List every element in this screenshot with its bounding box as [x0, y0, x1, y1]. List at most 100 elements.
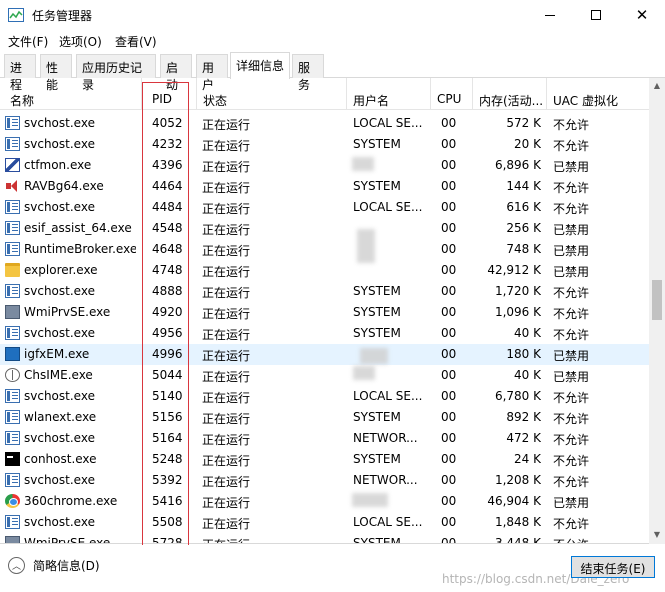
table-row[interactable]: WmiPrvSE.exe 4920 正在运行 SYSTEM 00 1,096 K 不允许	[0, 302, 649, 323]
tab-users[interactable]: 用户	[196, 54, 228, 92]
tab-performance[interactable]: 性能	[40, 54, 72, 92]
process-status: 正在运行	[202, 265, 251, 279]
process-uac: 已禁用	[553, 370, 590, 384]
table-row[interactable]: svchost.exe 4232 正在运行 SYSTEM 00 20 K 不允许	[0, 134, 649, 155]
process-status: 正在运行	[202, 496, 251, 510]
process-cpu: 00	[441, 200, 457, 214]
column-header-name[interactable]: 名称	[4, 78, 142, 110]
process-cpu: 00	[441, 494, 457, 508]
process-username: NETWOR...	[353, 473, 418, 487]
column-header-username[interactable]: 用户名	[347, 78, 431, 110]
console-process-icon	[5, 452, 20, 466]
chevron-up-icon: ︿	[8, 557, 25, 574]
table-row[interactable]: 360chrome.exe 5416 正在运行 00 46,904 K 已禁用	[0, 491, 649, 512]
table-row[interactable]: igfxEM.exe 4996 正在运行 00 180 K 已禁用	[0, 344, 649, 365]
table-row[interactable]: conhost.exe 5248 正在运行 SYSTEM 00 24 K 不允许	[0, 449, 649, 470]
column-header-cpu[interactable]: CPU	[431, 78, 473, 110]
process-uac: 不允许	[553, 391, 590, 405]
table-row[interactable]: wlanext.exe 5156 正在运行 SYSTEM 00 892 K 不允许	[0, 407, 649, 428]
process-pid: 5508	[152, 515, 183, 529]
process-cpu: 00	[441, 242, 457, 256]
column-header-status[interactable]: 状态	[197, 78, 347, 110]
process-uac: 不允许	[553, 412, 590, 426]
table-row[interactable]: RAVBg64.exe 4464 正在运行 SYSTEM 00 144 K 不允许	[0, 176, 649, 197]
end-task-button[interactable]: 结束任务(E)	[571, 556, 655, 578]
process-name: RuntimeBroker.exe	[24, 242, 136, 256]
process-username: NETWOR...	[353, 431, 418, 445]
process-status: 正在运行	[202, 391, 251, 405]
table-row[interactable]: explorer.exe 4748 正在运行 00 42,912 K 已禁用	[0, 260, 649, 281]
table-row[interactable]: svchost.exe 5392 正在运行 NETWOR... 00 1,208 K 不允许	[0, 470, 649, 491]
table-row[interactable]: svchost.exe 5508 正在运行 LOCAL SE... 00 1,848 K 不…	[0, 512, 649, 533]
tab-processes[interactable]: 进程	[4, 54, 36, 92]
table-row[interactable]: svchost.exe 5164 正在运行 NETWOR... 00 472 K 不允许	[0, 428, 649, 449]
scroll-up-icon[interactable]: ▲	[649, 78, 665, 95]
process-uac: 不允许	[553, 202, 590, 216]
process-username: LOCAL SE...	[353, 515, 423, 529]
wmi-process-icon	[5, 305, 20, 319]
title-bar: 任务管理器 ✕	[0, 0, 665, 30]
table-row[interactable]: svchost.exe 4052 正在运行 LOCAL SE... 00 572 K 不允许	[0, 113, 649, 134]
process-pid: 4484	[152, 200, 183, 214]
tab-details[interactable]: 详细信息	[230, 52, 290, 79]
table-row[interactable]: RuntimeBroker.exe 4648 正在运行 00 748 K 已禁用	[0, 239, 649, 260]
menu-view[interactable]: 查看(V)	[115, 33, 157, 50]
table-row[interactable]: esif_assist_64.exe 4548 正在运行 00 256 K 已禁用	[0, 218, 649, 239]
tab-app-history[interactable]: 应用历史记录	[76, 54, 156, 92]
process-pid: 5416	[152, 494, 183, 508]
process-uac: 已禁用	[553, 265, 590, 279]
table-row[interactable]: svchost.exe 4484 正在运行 LOCAL SE... 00 616 K 不允许	[0, 197, 649, 218]
maximize-button[interactable]	[573, 0, 619, 30]
process-status: 正在运行	[202, 517, 251, 531]
process-memory: 144 K	[506, 179, 541, 193]
process-uac: 不允许	[553, 517, 590, 531]
process-pid: 5392	[152, 473, 183, 487]
process-username: SYSTEM	[353, 305, 401, 319]
process-memory: 3,448 K	[494, 536, 541, 544]
process-pid: 4748	[152, 263, 183, 277]
process-memory: 1,848 K	[494, 515, 541, 529]
process-pid: 4648	[152, 242, 183, 256]
process-name: RAVBg64.exe	[24, 179, 104, 193]
menu-file[interactable]: 文件(F)	[8, 33, 48, 50]
fewer-details-button[interactable]: ︿ 简略信息(D)	[8, 557, 100, 574]
process-cpu: 00	[441, 137, 457, 151]
menu-options[interactable]: 选项(O)	[59, 33, 102, 50]
scroll-thumb[interactable]	[652, 280, 662, 320]
svc-process-icon	[5, 221, 20, 235]
table-row[interactable]: WmiPrvSE.exe 5728 正在运行 SYSTEM 00 3,448 K 不允许	[0, 533, 649, 544]
process-name: conhost.exe	[24, 452, 97, 466]
process-pid: 4232	[152, 137, 183, 151]
table-row[interactable]: svchost.exe 4956 正在运行 SYSTEM 00 40 K 不允许	[0, 323, 649, 344]
redaction-blur	[357, 229, 375, 263]
column-header-memory[interactable]: 内存(活动...	[473, 78, 547, 110]
process-cpu: 00	[441, 410, 457, 424]
tab-startup[interactable]: 启动	[160, 54, 192, 92]
process-pid: 4956	[152, 326, 183, 340]
table-row[interactable]: ctfmon.exe 4396 正在运行 00 6,896 K 已禁用	[0, 155, 649, 176]
scroll-down-icon[interactable]: ▼	[649, 527, 665, 544]
tab-services[interactable]: 服务	[292, 54, 324, 92]
process-memory: 6,780 K	[494, 389, 541, 403]
process-uac: 不允许	[553, 536, 633, 543]
process-memory: 892 K	[506, 410, 541, 424]
wmi-process-icon	[5, 536, 20, 543]
table-row[interactable]: ChsIME.exe 5044 正在运行 00 40 K 已禁用	[0, 365, 649, 386]
table-row[interactable]: svchost.exe 4888 正在运行 SYSTEM 00 1,720 K 不允许	[0, 281, 649, 302]
process-pid: 4396	[152, 158, 183, 172]
process-name: esif_assist_64.exe	[24, 221, 132, 235]
process-pid: 4052	[152, 116, 183, 130]
vertical-scrollbar[interactable]: ▲ ▼	[649, 78, 665, 544]
footer: ︿ 简略信息(D) https://blog.csdn.net/Dale_zer…	[0, 545, 665, 592]
process-name: 360chrome.exe	[24, 494, 118, 508]
svc-process-icon	[5, 116, 20, 130]
table-row[interactable]: svchost.exe 5140 正在运行 LOCAL SE... 00 6,780 K 不…	[0, 386, 649, 407]
process-cpu: 00	[441, 326, 457, 340]
minimize-button[interactable]	[527, 0, 573, 30]
close-button[interactable]: ✕	[619, 0, 665, 30]
process-status: 正在运行	[202, 223, 251, 237]
process-cpu: 00	[441, 515, 457, 529]
process-status: 正在运行	[202, 349, 251, 363]
process-uac: 不允许	[553, 475, 590, 489]
column-header-uac[interactable]: UAC 虚拟化	[547, 78, 649, 110]
